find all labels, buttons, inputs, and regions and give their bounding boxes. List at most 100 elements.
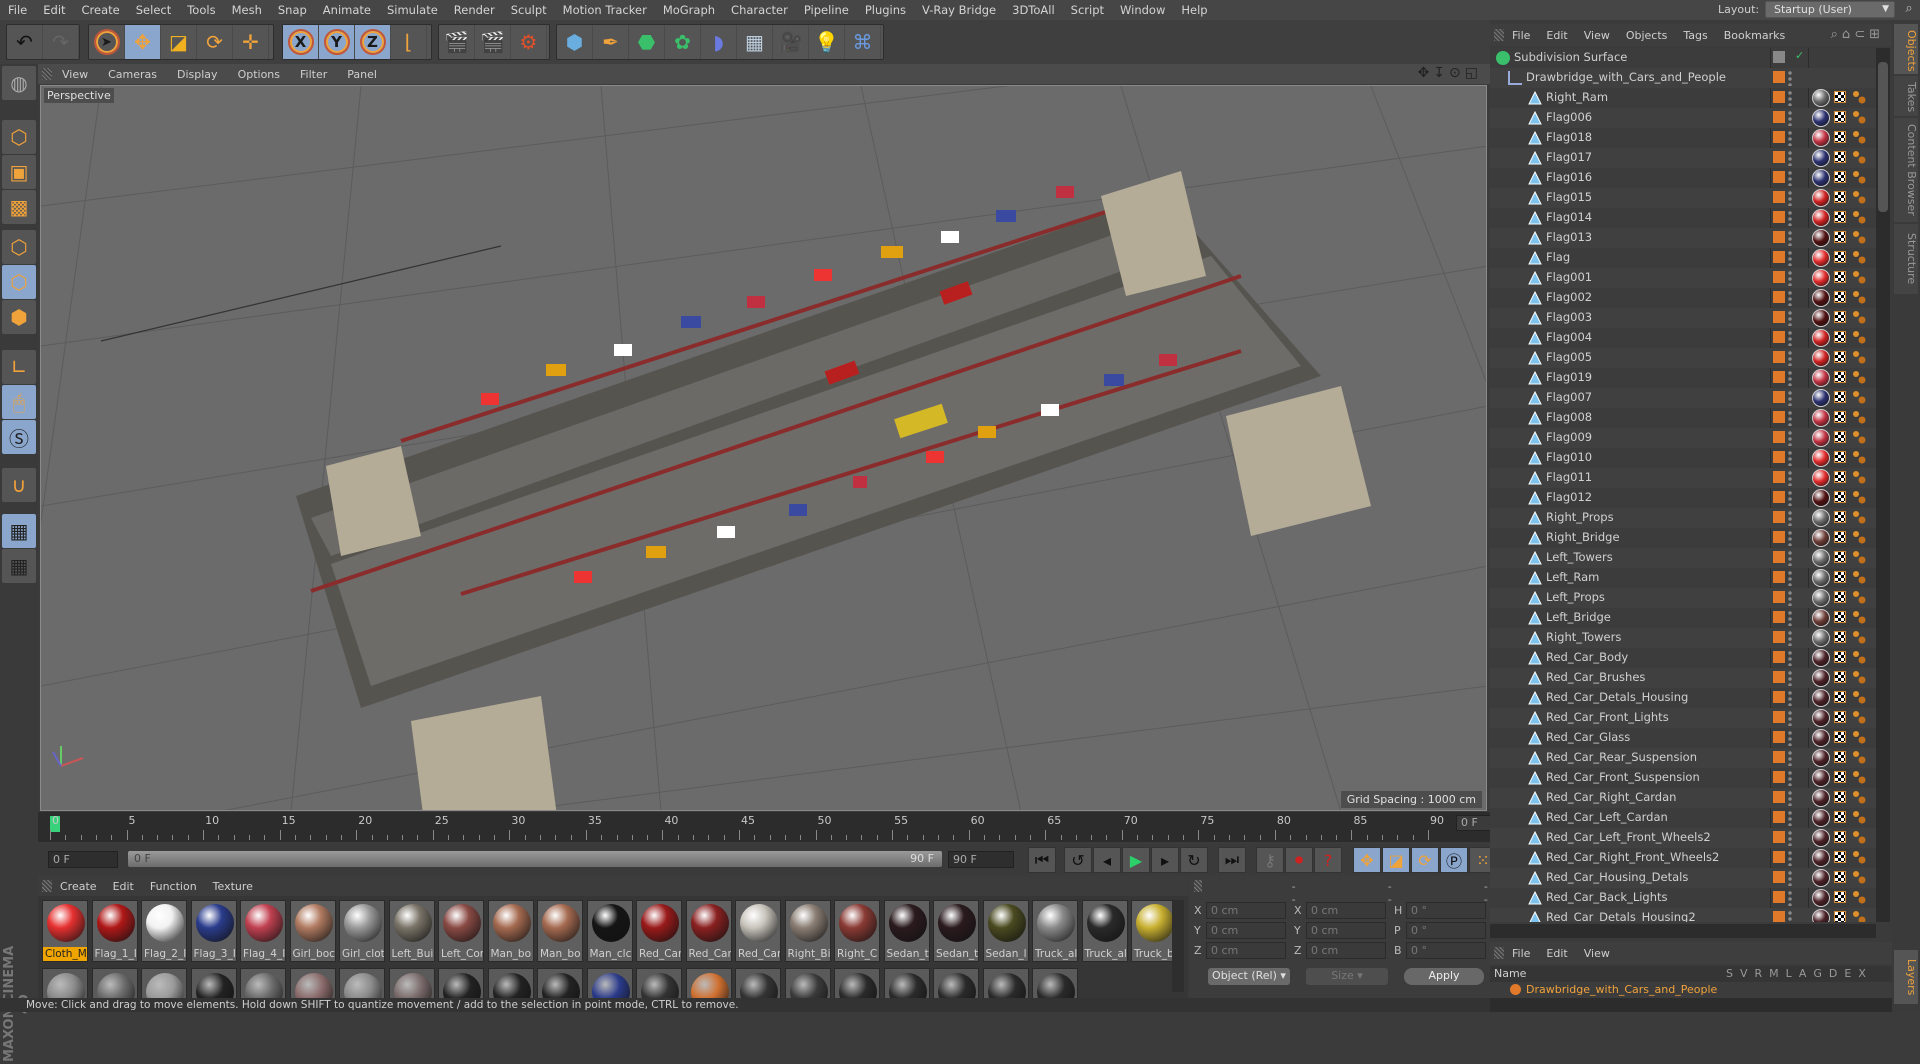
layer-swatch[interactable] (1773, 531, 1785, 543)
camera-button[interactable]: 🎥 (773, 25, 809, 59)
layer-column-a[interactable]: A (1799, 967, 1807, 980)
layer-swatch[interactable] (1773, 911, 1785, 922)
om-menu-tags[interactable]: Tags (1675, 29, 1715, 42)
material-swatch[interactable] (834, 968, 880, 1000)
material-swatch[interactable] (240, 968, 286, 1000)
layer-menu-view[interactable]: View (1576, 947, 1618, 960)
layer-swatch[interactable] (1773, 171, 1785, 183)
material-tag-icon[interactable] (1812, 229, 1830, 247)
phong-tag-icon[interactable] (1852, 390, 1866, 404)
layer-swatch[interactable] (1773, 271, 1785, 283)
material-swatch[interactable]: Red_Car (636, 900, 682, 962)
phong-tag-icon[interactable] (1852, 710, 1866, 724)
uvw-tag-icon[interactable] (1834, 671, 1846, 683)
layer-swatch[interactable] (1773, 251, 1785, 263)
material-tag-icon[interactable] (1812, 829, 1830, 847)
object-row[interactable]: Red_Car_Front_Lights (1490, 708, 1876, 728)
om-menu-bookmarks[interactable]: Bookmarks (1716, 29, 1793, 42)
menu-simulate[interactable]: Simulate (379, 3, 446, 17)
uvw-tag-icon[interactable] (1834, 351, 1846, 363)
material-swatch[interactable]: Sedan_t (883, 900, 930, 962)
object-row[interactable]: Drawbridge_with_Cars_and_People (1490, 68, 1876, 88)
menu-character[interactable]: Character (723, 3, 796, 17)
object-row[interactable]: Left_Bridge (1490, 608, 1876, 628)
material-tag-icon[interactable] (1812, 429, 1830, 447)
layer-swatch[interactable] (1773, 751, 1785, 763)
phong-tag-icon[interactable] (1852, 370, 1866, 384)
object-row[interactable]: Flag004 (1490, 328, 1876, 348)
viewport-menu-options[interactable]: Options (228, 68, 290, 81)
layer-swatch[interactable] (1773, 391, 1785, 403)
phong-tag-icon[interactable] (1852, 690, 1866, 704)
menu-window[interactable]: Window (1112, 3, 1173, 17)
visibility-dots[interactable] (1788, 890, 1792, 906)
phong-tag-icon[interactable] (1852, 210, 1866, 224)
object-row[interactable]: Right_Bridge (1490, 528, 1876, 548)
material-swatch[interactable] (339, 968, 385, 1000)
menu-mesh[interactable]: Mesh (224, 3, 270, 17)
model-mode-button[interactable]: ⬡ (2, 120, 36, 154)
material-swatch[interactable] (91, 968, 138, 1000)
material-swatch[interactable]: Flag_1_I (91, 900, 138, 962)
material-tag-icon[interactable] (1812, 669, 1830, 687)
visibility-dots[interactable] (1788, 150, 1792, 166)
lock-y-button[interactable]: Y (319, 25, 355, 59)
material-tag-icon[interactable] (1812, 289, 1830, 307)
object-row[interactable]: Right_Props (1490, 508, 1876, 528)
material-tag-icon[interactable] (1812, 629, 1830, 647)
phong-tag-icon[interactable] (1852, 670, 1866, 684)
phong-tag-icon[interactable] (1852, 630, 1866, 644)
phong-tag-icon[interactable] (1852, 350, 1866, 364)
layer-swatch[interactable] (1773, 291, 1785, 303)
layer-swatch[interactable] (1773, 151, 1785, 163)
pos-y-field[interactable]: 0 cm (1206, 922, 1286, 939)
visibility-dots[interactable] (1788, 810, 1792, 826)
phong-tag-icon[interactable] (1852, 910, 1866, 922)
uvw-tag-icon[interactable] (1834, 531, 1846, 543)
material-swatch[interactable] (685, 968, 732, 1000)
object-row[interactable]: Flag007 (1490, 388, 1876, 408)
panel-grip[interactable] (42, 68, 52, 80)
visibility-dots[interactable] (1788, 630, 1792, 646)
uvw-tag-icon[interactable] (1834, 171, 1846, 183)
object-row[interactable]: Red_Car_Back_Lights (1490, 888, 1876, 908)
light-button[interactable]: 💡 (809, 25, 845, 59)
layer-swatch[interactable] (1773, 211, 1785, 223)
layer-swatch[interactable] (1773, 711, 1785, 723)
3d-viewport[interactable]: Perspective Grid Spacing : 1000 cm (40, 85, 1487, 811)
rot-b-field[interactable]: 0 ° (1406, 942, 1486, 959)
phong-tag-icon[interactable] (1852, 310, 1866, 324)
phong-tag-icon[interactable] (1852, 730, 1866, 744)
material-tag-icon[interactable] (1812, 549, 1830, 567)
om-menu-view[interactable]: View (1576, 29, 1618, 42)
layer-swatch[interactable] (1773, 771, 1785, 783)
pen-button[interactable]: ✒ (593, 25, 629, 59)
phong-tag-icon[interactable] (1852, 750, 1866, 764)
visibility-dots[interactable] (1788, 790, 1792, 806)
visibility-dots[interactable] (1788, 290, 1792, 306)
layer-swatch[interactable] (1773, 811, 1785, 823)
visibility-dots[interactable] (1788, 210, 1792, 226)
phong-tag-icon[interactable] (1852, 470, 1866, 484)
material-swatch[interactable]: Right_Bi (784, 900, 831, 962)
keyframe-selection-button[interactable]: ? (1314, 847, 1342, 873)
material-swatch[interactable] (735, 968, 781, 1000)
phong-tag-icon[interactable] (1852, 410, 1866, 424)
uvw-tag-icon[interactable] (1834, 871, 1846, 883)
phong-tag-icon[interactable] (1852, 90, 1866, 104)
material-swatch[interactable] (438, 968, 484, 1000)
uvw-tag-icon[interactable] (1834, 111, 1846, 123)
material-menu-texture[interactable]: Texture (205, 880, 261, 893)
tweak-mode-button[interactable]: 🖱 (2, 385, 36, 419)
layer-swatch[interactable] (1773, 71, 1785, 83)
phong-tag-icon[interactable] (1852, 790, 1866, 804)
menu-render[interactable]: Render (446, 3, 503, 17)
phong-tag-icon[interactable] (1852, 150, 1866, 164)
coordinate-system-button[interactable]: ⌊ (391, 25, 427, 59)
layer-column-x[interactable]: X (1858, 967, 1866, 980)
lock-workplane-button[interactable]: ▦ (2, 514, 36, 548)
material-tag-icon[interactable] (1812, 329, 1830, 347)
material-tag-icon[interactable] (1812, 269, 1830, 287)
material-swatch[interactable] (141, 968, 187, 1000)
size-y-field[interactable]: 0 cm (1306, 922, 1386, 939)
